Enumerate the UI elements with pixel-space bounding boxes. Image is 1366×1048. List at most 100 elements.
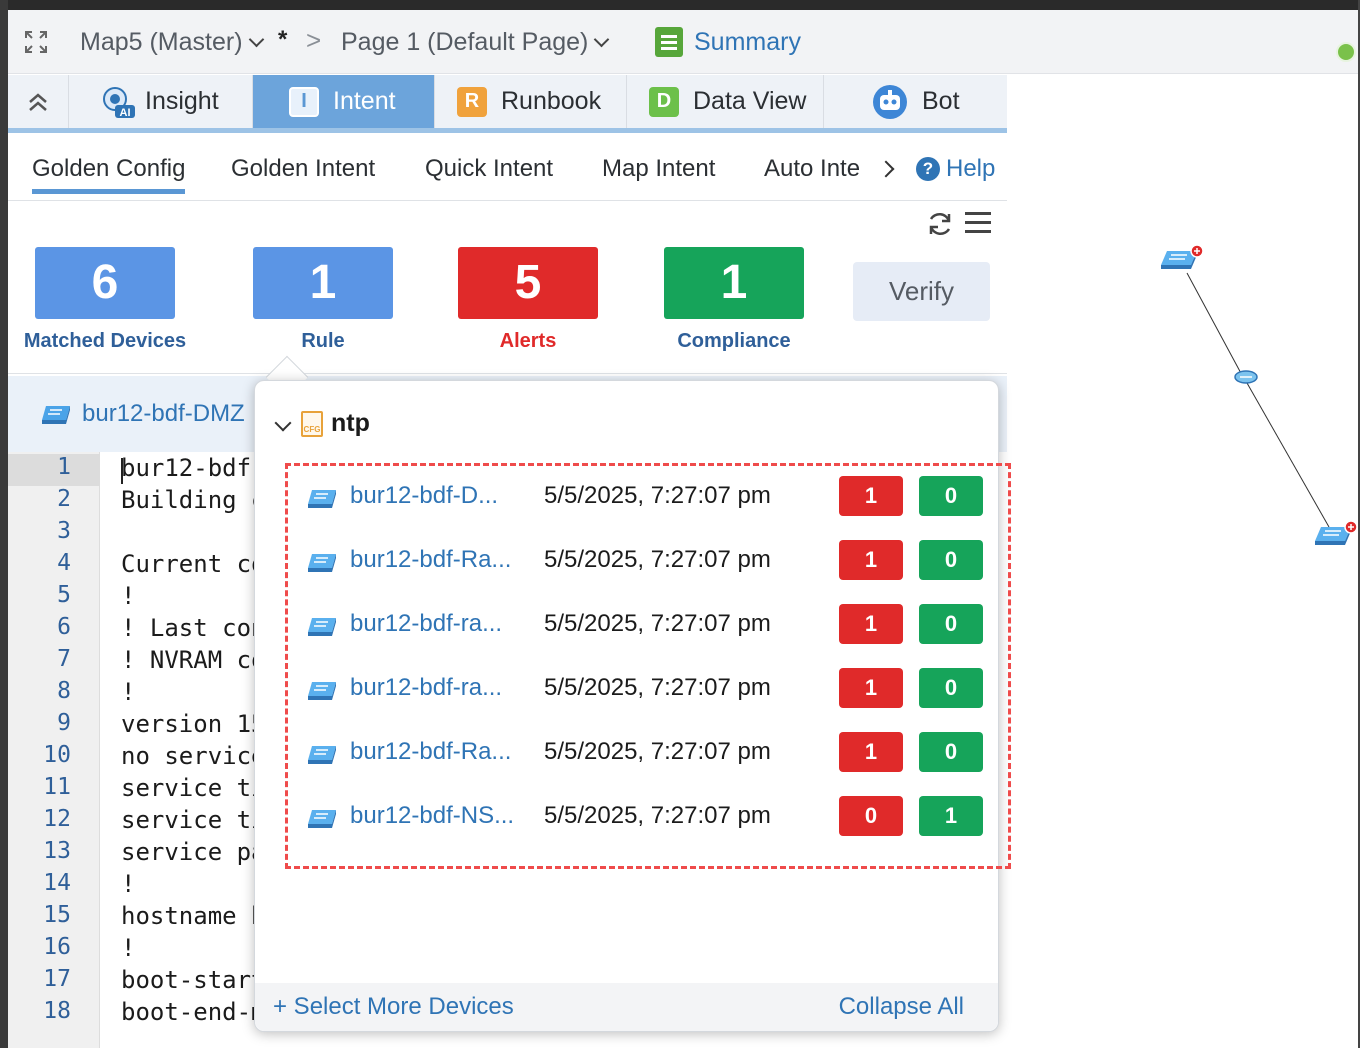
list-item[interactable]: bur12-bdf-NS... 5/5/2025, 7:27:07 pm 0 1 — [288, 792, 1008, 856]
alerts-badge[interactable]: 1 — [839, 476, 903, 516]
help-icon[interactable]: ? — [916, 157, 940, 181]
menu-icon[interactable] — [965, 212, 991, 234]
tab-bot[interactable]: Bot — [824, 75, 1007, 128]
line-number: 6 — [57, 614, 71, 640]
window-left-edge — [0, 0, 8, 1048]
list-item[interactable]: bur12-bdf-Ra... 5/5/2025, 7:27:07 pm 1 0 — [288, 536, 1008, 600]
chevron-down-icon[interactable] — [274, 414, 292, 432]
expand-icon[interactable] — [24, 30, 48, 54]
tab-golden-intent[interactable]: Golden Intent — [231, 155, 375, 183]
code-line: bur12-bdf- — [121, 454, 266, 482]
list-item[interactable]: bur12-bdf-ra... 5/5/2025, 7:27:07 pm 1 0 — [288, 600, 1008, 664]
alerts-badge[interactable]: 1 — [839, 604, 903, 644]
compliance-count[interactable]: 1 — [664, 247, 804, 319]
switch-icon — [308, 682, 336, 700]
popup-footer: + Select More Devices Collapse All — [255, 983, 998, 1031]
switch-node-icon[interactable] — [1159, 243, 1205, 275]
matched-devices-count[interactable]: 6 — [35, 247, 175, 319]
device-name[interactable]: bur12-bdf-DMZ — [82, 400, 245, 428]
router-node-icon[interactable] — [1234, 369, 1258, 385]
breadcrumb: Map5 (Master) * > Page 1 (Default Page) … — [8, 10, 1358, 74]
line-number: 10 — [43, 742, 71, 768]
alerts-badge[interactable]: 1 — [839, 732, 903, 772]
line-number-gutter: 1 2 3 4 5 6 7 8 9 10 11 12 13 14 15 16 1… — [8, 452, 100, 1048]
tab-data-view[interactable]: D Data View — [627, 75, 824, 128]
collapse-panel-button[interactable] — [8, 75, 69, 128]
page-selector[interactable]: Page 1 (Default Page) — [341, 28, 610, 57]
line-number: 7 — [57, 646, 71, 672]
timestamp: 5/5/2025, 7:27:07 pm — [544, 610, 771, 637]
topology-drawing — [1186, 272, 1330, 528]
compliance-badge[interactable]: 0 — [919, 604, 983, 644]
code-line: service pa — [121, 838, 266, 866]
collapse-all-button[interactable]: Collapse All — [839, 993, 964, 1021]
device-link[interactable]: bur12-bdf-Ra... — [350, 738, 511, 766]
compliance-badge[interactable]: 1 — [919, 796, 983, 836]
summary-link[interactable]: Summary — [694, 28, 801, 57]
svg-text:AI: AI — [120, 107, 131, 119]
list-item[interactable]: bur12-bdf-Ra... 5/5/2025, 7:27:07 pm 1 0 — [288, 728, 1008, 792]
line-number: 3 — [57, 518, 71, 544]
switch-icon — [308, 746, 336, 764]
compliance-badge[interactable]: 0 — [919, 732, 983, 772]
code-line: service ti — [121, 806, 266, 834]
switch-icon — [42, 406, 70, 424]
device-link[interactable]: bur12-bdf-ra... — [350, 610, 502, 638]
select-more-devices-button[interactable]: + Select More Devices — [273, 993, 514, 1021]
alerts-badge[interactable]: 1 — [839, 540, 903, 580]
status-indicator-icon[interactable] — [1336, 42, 1356, 62]
compliance-badge[interactable]: 0 — [919, 668, 983, 708]
line-number: 4 — [57, 550, 71, 576]
device-link[interactable]: bur12-bdf-NS... — [350, 802, 514, 830]
line-number: 13 — [43, 838, 71, 864]
line-number: 15 — [43, 902, 71, 928]
device-link[interactable]: bur12-bdf-D... — [350, 482, 498, 510]
tab-quick-intent[interactable]: Quick Intent — [425, 155, 553, 183]
switch-node-icon[interactable] — [1313, 519, 1359, 551]
list-item[interactable]: bur12-bdf-ra... 5/5/2025, 7:27:07 pm 1 0 — [288, 664, 1008, 728]
tab-label: Intent — [333, 87, 396, 115]
switch-icon — [308, 490, 336, 508]
refresh-icon[interactable] — [926, 210, 954, 238]
device-link[interactable]: bur12-bdf-Ra... — [350, 546, 511, 574]
window-top-edge — [0, 0, 1366, 10]
compliance-badge[interactable]: 0 — [919, 540, 983, 580]
alerts-badge[interactable]: 1 — [839, 668, 903, 708]
map-selector[interactable]: Map5 (Master) — [80, 28, 264, 57]
rule-label: Rule — [301, 330, 345, 352]
list-item[interactable]: bur12-bdf-D... 5/5/2025, 7:27:07 pm 1 0 — [288, 472, 1008, 536]
device-link[interactable]: bur12-bdf-ra... — [350, 674, 502, 702]
line-number: 2 — [57, 486, 71, 512]
line-number: 16 — [43, 934, 71, 960]
double-chevron-up-icon — [29, 92, 47, 111]
verify-button[interactable]: Verify — [853, 262, 990, 321]
code-line: ! — [121, 582, 136, 610]
compliance-badge[interactable]: 0 — [919, 476, 983, 516]
alerts-count[interactable]: 5 — [458, 247, 598, 319]
chevron-right-icon[interactable] — [877, 160, 895, 178]
unsaved-marker: * — [278, 26, 288, 53]
tab-intent[interactable]: I Intent — [253, 75, 435, 128]
help-link[interactable]: Help — [946, 155, 995, 183]
golden-config-summary: 6 Matched Devices 1 Rule 5 Alerts 1 Comp… — [8, 202, 1007, 374]
window-right-edge — [1358, 0, 1366, 1048]
tab-runbook[interactable]: R Runbook — [435, 75, 627, 128]
switch-icon — [308, 810, 336, 828]
map-canvas[interactable] — [1007, 75, 1358, 1048]
code-line: hostname b — [121, 902, 266, 930]
data-view-icon: D — [649, 86, 679, 117]
line-number: 18 — [43, 998, 71, 1024]
tab-auto-intent[interactable]: Auto Inte — [764, 155, 866, 183]
tab-map-intent[interactable]: Map Intent — [602, 155, 715, 183]
code-line: Current co — [121, 550, 266, 578]
line-number: 1 — [57, 454, 71, 480]
switch-icon — [308, 554, 336, 572]
tab-insight[interactable]: AI Insight — [69, 75, 253, 128]
code-line: ! NVRAM co — [121, 646, 266, 674]
rule-name[interactable]: ntp — [331, 409, 370, 438]
rule-results-popup: CFG ntp bur12-bdf-D... 5/5/2025, 7:27:07… — [254, 380, 1011, 1032]
tab-golden-config[interactable]: Golden Config — [32, 155, 186, 194]
alerts-badge[interactable]: 0 — [839, 796, 903, 836]
rule-count[interactable]: 1 — [253, 247, 393, 319]
code-line: version 15 — [121, 710, 266, 738]
